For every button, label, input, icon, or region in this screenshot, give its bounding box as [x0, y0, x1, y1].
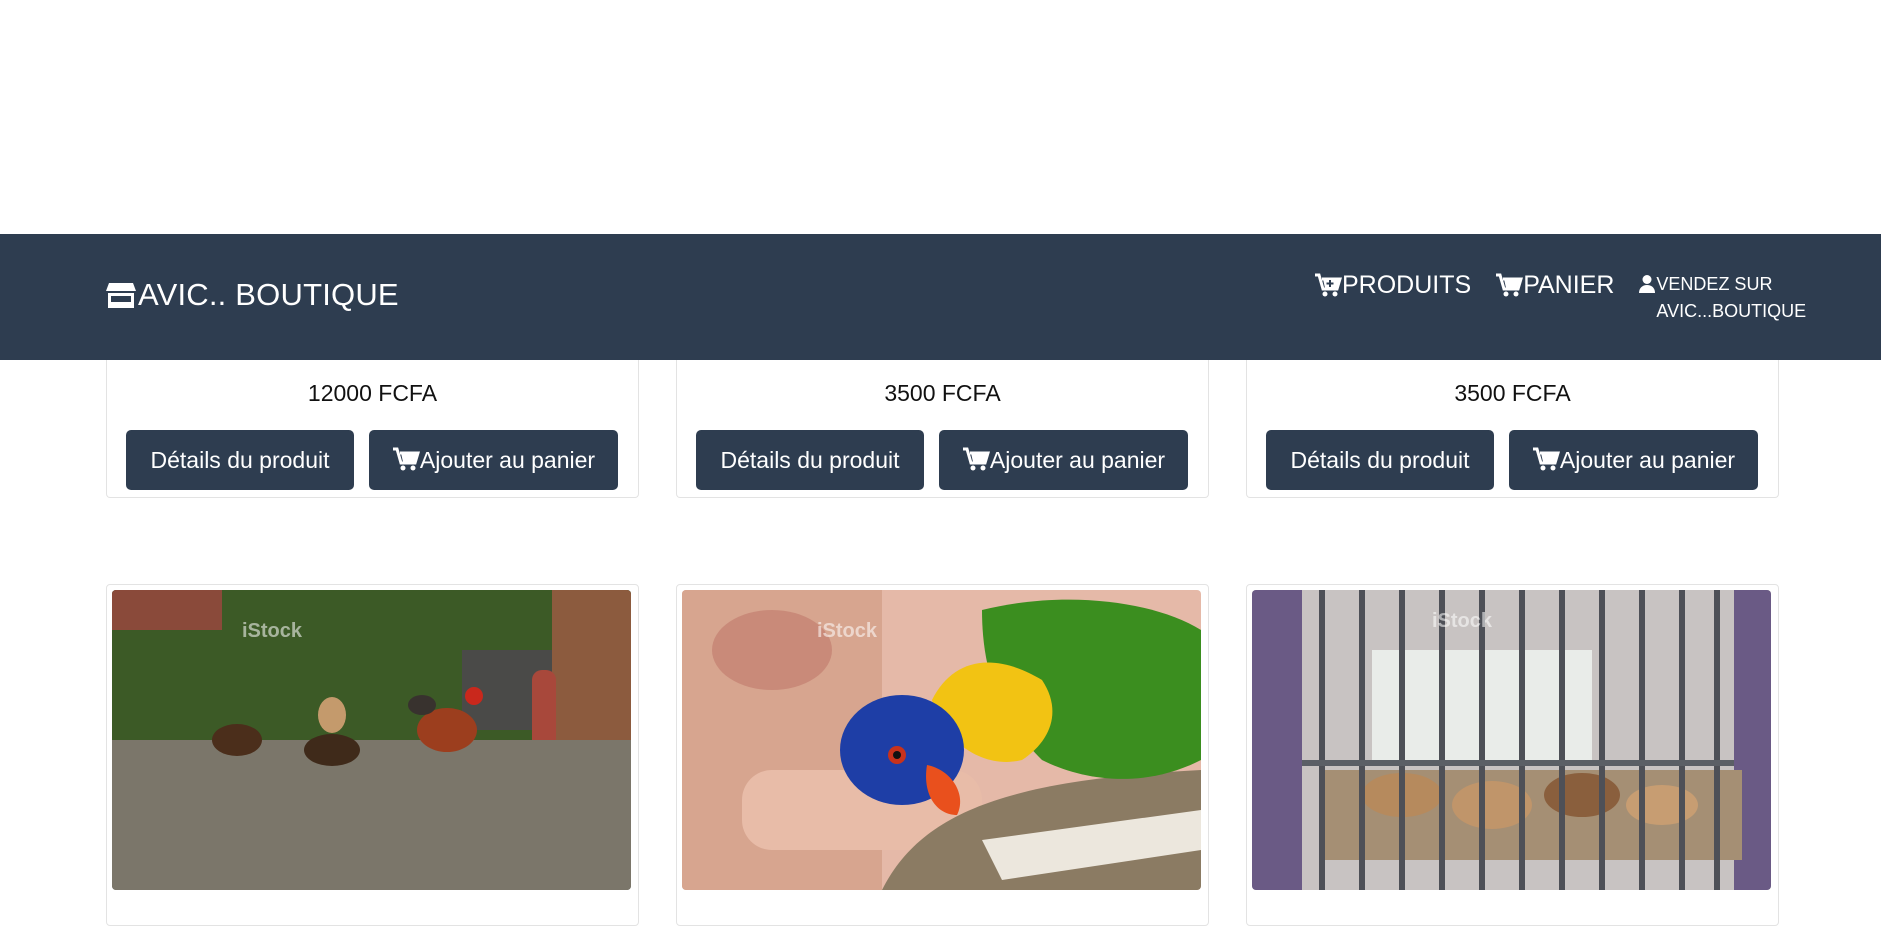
watermark-text: iStock — [817, 620, 878, 642]
nav-cart-label: PANIER — [1523, 271, 1615, 299]
brand-name: AVIC.. BOUTIQUE — [138, 277, 399, 312]
cart-icon — [962, 447, 990, 471]
cart-icon — [1496, 273, 1524, 296]
add-to-cart-label: Ajouter au panier — [989, 446, 1166, 473]
add-to-cart-button[interactable]: Ajouter au panier — [1509, 430, 1758, 490]
store-icon — [106, 283, 136, 308]
nav-menu: PRODUITS PANIER VENDEZ SUR AVIC...BOUTIQ… — [1314, 271, 1806, 325]
details-button[interactable]: Détails du produit — [126, 430, 354, 490]
product-price: 3500 FCFA — [1454, 380, 1571, 406]
details-button[interactable]: Détails du produit — [1266, 430, 1494, 490]
add-to-cart-button[interactable]: Ajouter au panier — [939, 430, 1188, 490]
cart-icon — [392, 447, 420, 471]
add-to-cart-label: Ajouter au panier — [419, 446, 596, 473]
product-card: iStock — [1246, 584, 1779, 926]
product-image-parrot[interactable]: iStock — [682, 590, 1201, 890]
details-button[interactable]: Détails du produit — [696, 430, 924, 490]
watermark-text: iStock — [1432, 610, 1493, 632]
product-image-chickens[interactable]: iStock — [112, 590, 631, 890]
user-icon — [1639, 275, 1656, 293]
navbar: AVIC.. BOUTIQUE PRODUITS PANIER VENDEZ S… — [0, 234, 1881, 360]
add-to-cart-button[interactable]: Ajouter au panier — [369, 430, 618, 490]
product-price: 12000 FCFA — [307, 380, 438, 406]
cart-icon — [1532, 447, 1560, 471]
product-card: iStock — [676, 584, 1209, 926]
chickens-image — [112, 590, 631, 890]
product-price: 3500 FCFA — [884, 380, 1001, 406]
nav-sell[interactable]: VENDEZ SUR AVIC...BOUTIQUE — [1638, 271, 1806, 325]
product-card: 3500 FCFA Détails du produit Ajouter au … — [676, 340, 1209, 498]
cage-image — [1252, 590, 1771, 890]
parrot-image — [682, 590, 1201, 890]
product-image-cage[interactable]: iStock — [1252, 590, 1771, 890]
add-to-cart-label: Ajouter au panier — [1559, 446, 1736, 473]
product-card: 12000 FCFA Détails du produit Ajouter au… — [106, 340, 639, 498]
cart-plus-icon — [1315, 273, 1342, 296]
nav-cart[interactable]: PANIER — [1495, 271, 1614, 300]
nav-sell-label: VENDEZ SUR AVIC...BOUTIQUE — [1656, 274, 1807, 321]
watermark-text: iStock — [242, 620, 303, 642]
product-card: iStock — [106, 584, 639, 926]
brand-link[interactable]: AVIC.. BOUTIQUE — [106, 277, 399, 313]
nav-products[interactable]: PRODUITS — [1314, 271, 1471, 300]
nav-products-label: PRODUITS — [1342, 271, 1472, 299]
product-card: 3500 FCFA Détails du produit Ajouter au … — [1246, 340, 1779, 498]
